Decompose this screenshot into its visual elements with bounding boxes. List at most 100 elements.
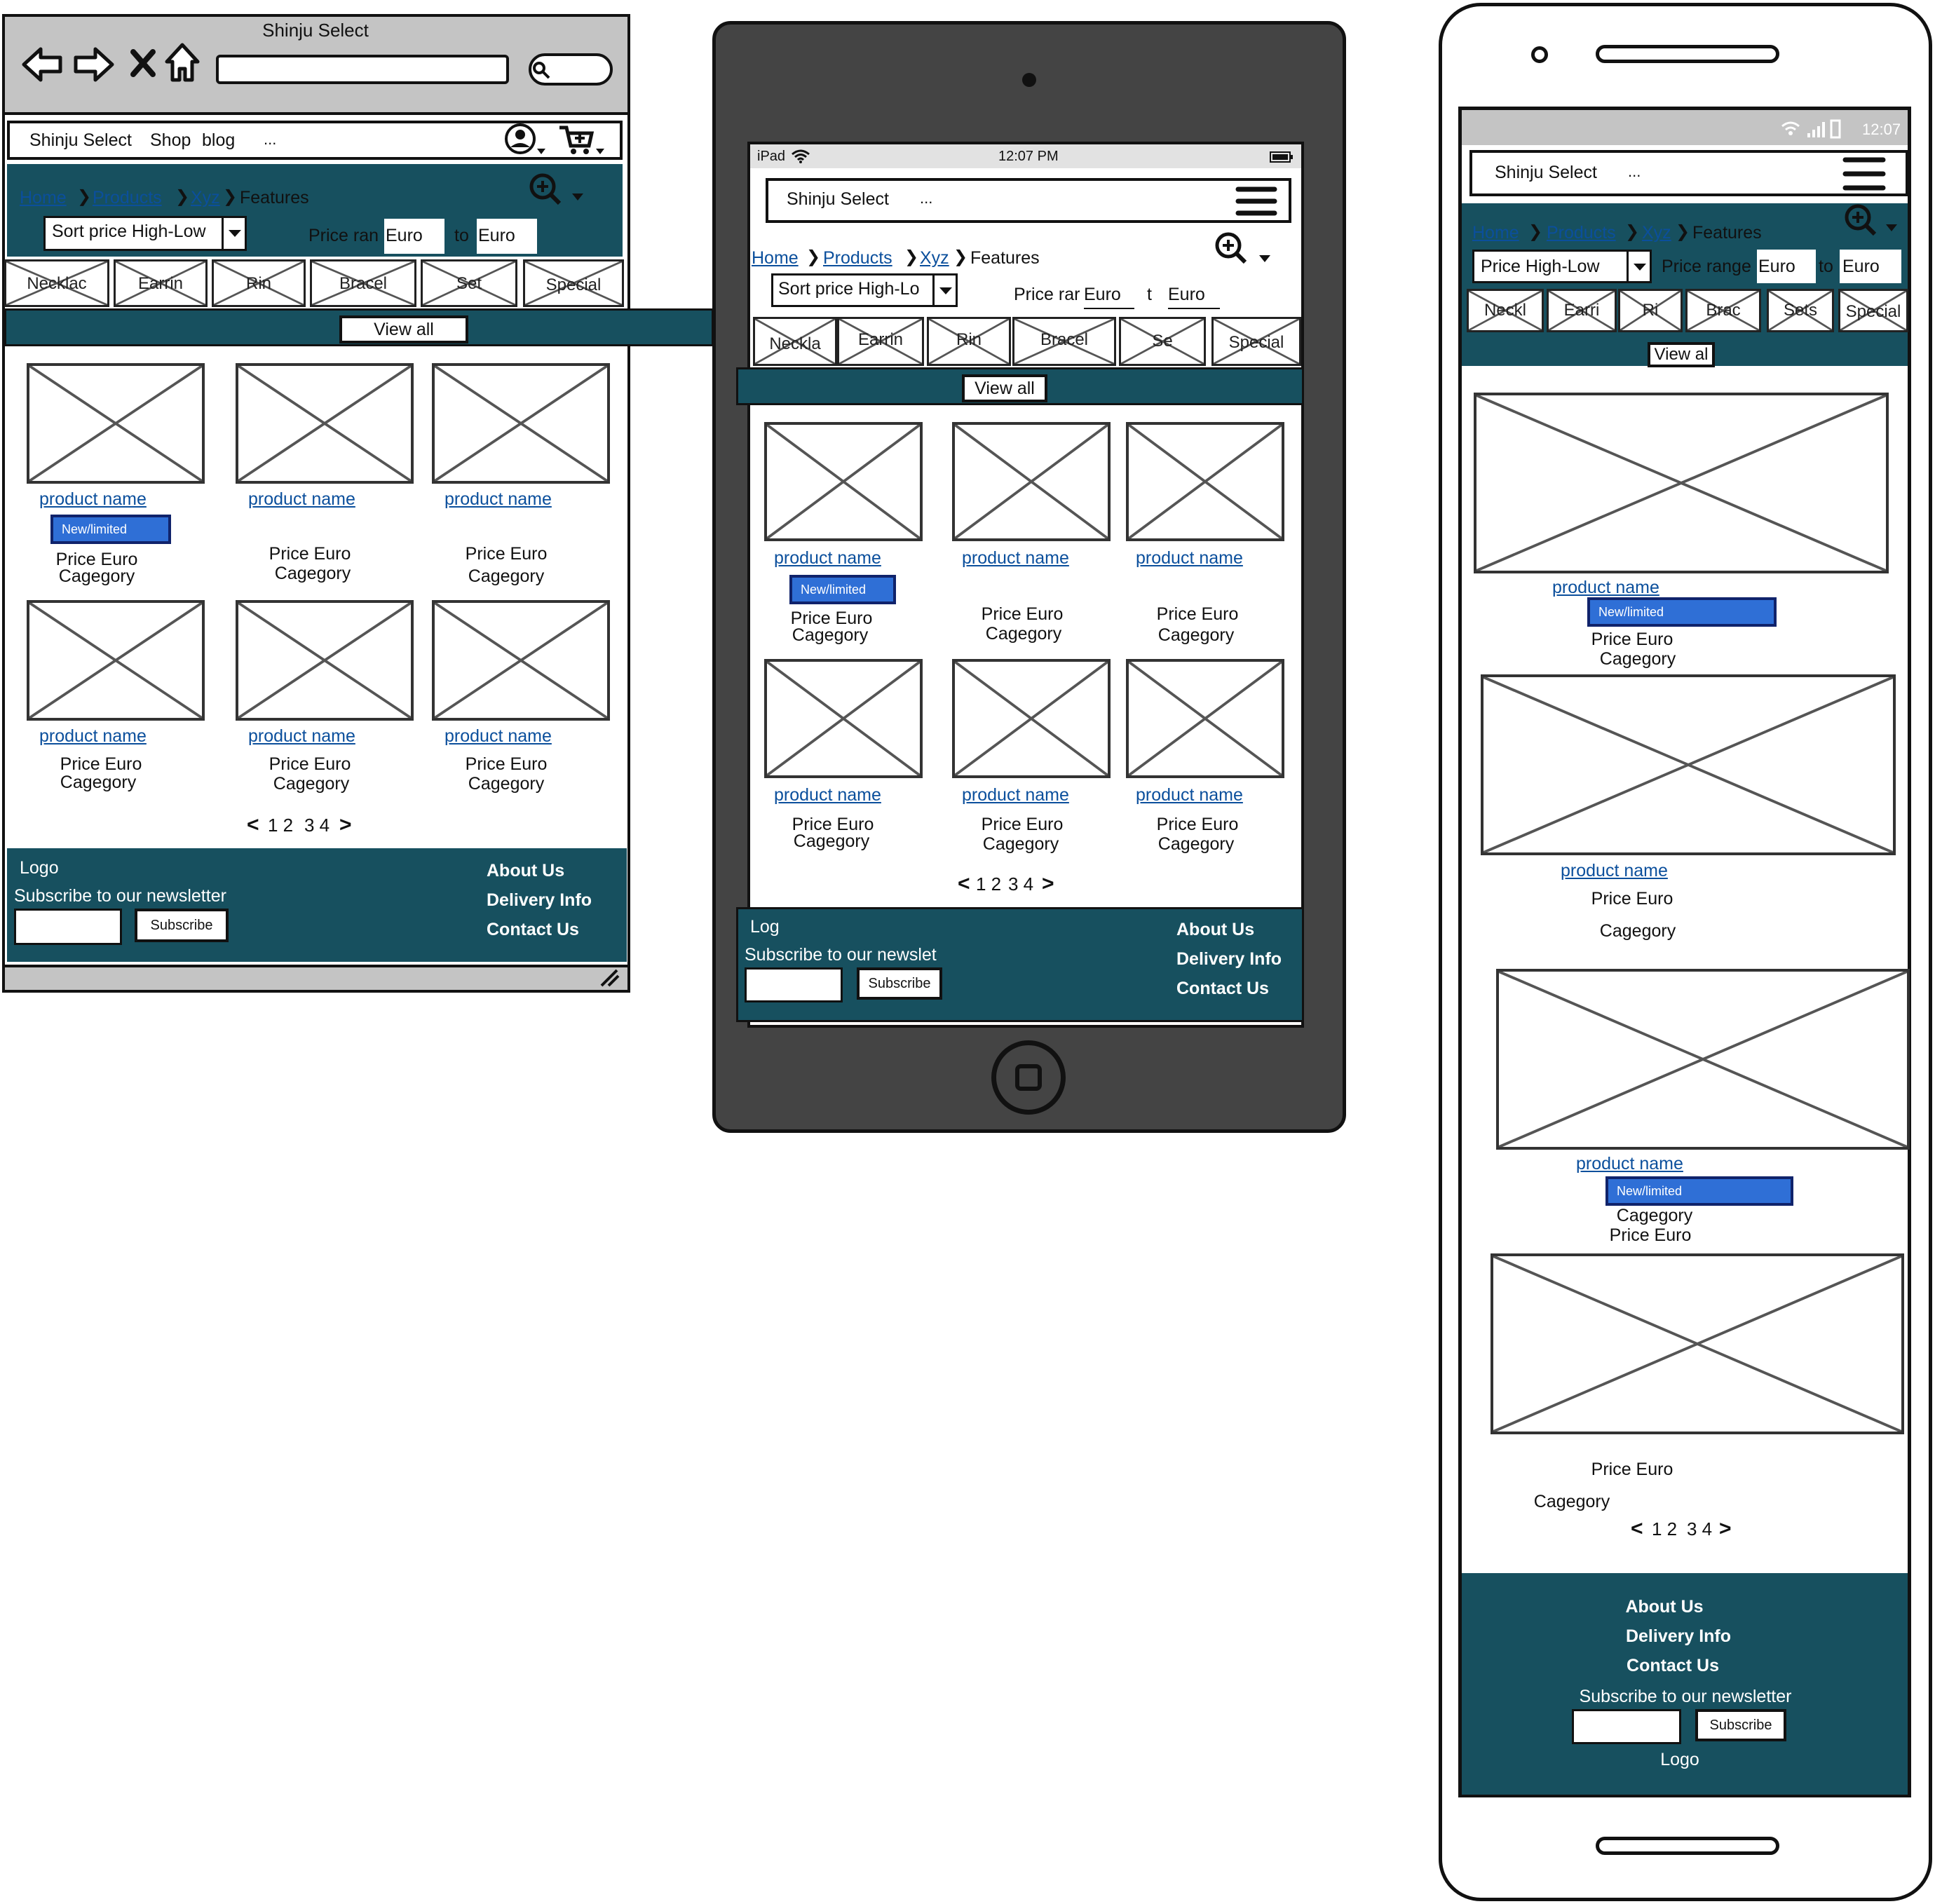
product-image-placeholder[interactable] xyxy=(27,600,205,721)
subscribe-button[interactable]: Subscribe xyxy=(857,967,942,1000)
view-all-button[interactable]: View al xyxy=(1648,342,1715,367)
nav-brand[interactable]: Shinju Select xyxy=(1495,163,1597,183)
chevron-left-icon[interactable]: < xyxy=(1631,1517,1643,1541)
breadcrumb-products[interactable]: Products xyxy=(93,188,162,208)
product-image-placeholder[interactable] xyxy=(432,363,610,484)
product-name-link[interactable]: product name xyxy=(1552,578,1659,598)
forward-arrow-icon[interactable] xyxy=(73,45,115,84)
product-name-link[interactable]: product name xyxy=(774,785,881,805)
product-name-link[interactable]: product name xyxy=(444,726,552,747)
breadcrumb-products[interactable]: Products xyxy=(1547,223,1616,243)
footer-link-contact[interactable]: Contact Us xyxy=(1176,979,1269,999)
product-image-placeholder[interactable] xyxy=(432,600,610,721)
nav-brand[interactable]: Shinju Select xyxy=(787,189,889,210)
category-tile[interactable]: Ri xyxy=(1618,289,1683,332)
chevron-left-icon[interactable]: < xyxy=(958,872,970,896)
product-name-link[interactable]: product name xyxy=(248,489,355,510)
category-tile[interactable]: Earri xyxy=(1547,289,1617,332)
chevron-left-icon[interactable]: < xyxy=(247,813,259,837)
product-image-placeholder[interactable] xyxy=(1126,422,1284,541)
category-tile[interactable]: Se xyxy=(1119,317,1206,366)
category-tile[interactable]: Earrin xyxy=(837,317,924,366)
breadcrumb-xyz[interactable]: Xyz xyxy=(1642,223,1671,243)
product-name-link[interactable]: product name xyxy=(248,726,355,747)
pagination-pages[interactable]: 1 2 xyxy=(268,815,293,836)
zoom-in-icon[interactable] xyxy=(1213,231,1276,268)
nav-link-blog[interactable]: blog xyxy=(202,130,235,151)
pagination-pages[interactable]: 1 2 xyxy=(976,873,1001,895)
nav-more[interactable]: ... xyxy=(1628,163,1641,181)
price-from-value[interactable]: Euro xyxy=(1084,285,1134,309)
chevron-right-icon[interactable]: > xyxy=(1719,1517,1732,1541)
product-image-placeholder[interactable] xyxy=(1481,674,1896,855)
product-image-placeholder[interactable] xyxy=(952,659,1111,778)
product-image-placeholder[interactable] xyxy=(764,422,923,541)
breadcrumb-home[interactable]: Home xyxy=(20,188,67,208)
footer-link-delivery[interactable]: Delivery Info xyxy=(487,890,592,911)
hamburger-icon[interactable] xyxy=(1235,184,1277,219)
category-tile[interactable]: Necklac xyxy=(4,259,109,307)
category-tile[interactable]: Sets xyxy=(1767,289,1834,332)
product-name-link[interactable]: product name xyxy=(39,489,147,510)
category-tile[interactable]: Special xyxy=(523,259,624,307)
product-name-link[interactable]: product name xyxy=(1136,548,1243,569)
nav-more[interactable]: ... xyxy=(920,189,932,208)
subscribe-button[interactable]: Subscribe xyxy=(1695,1709,1786,1741)
product-name-link[interactable]: product name xyxy=(774,548,881,569)
zoom-in-icon[interactable] xyxy=(1842,203,1901,240)
category-tile[interactable]: Set xyxy=(421,259,517,307)
nav-link-shop[interactable]: Shop xyxy=(150,130,191,151)
category-tile[interactable]: Bracel xyxy=(1012,317,1116,366)
footer-link-about[interactable]: About Us xyxy=(487,861,564,881)
breadcrumb-home[interactable]: Home xyxy=(1472,223,1519,243)
product-image-placeholder[interactable] xyxy=(236,600,414,721)
hamburger-icon[interactable] xyxy=(1841,154,1887,193)
pagination-pages[interactable]: 3 4 xyxy=(304,815,330,836)
product-name-link[interactable]: product name xyxy=(1136,785,1243,805)
footer-link-about[interactable]: About Us xyxy=(1594,1597,1734,1617)
product-image-placeholder[interactable] xyxy=(764,659,923,778)
breadcrumb-xyz[interactable]: Xyz xyxy=(920,248,949,268)
product-image-placeholder[interactable] xyxy=(27,363,205,484)
footer-link-contact[interactable]: Contact Us xyxy=(487,920,579,940)
product-image-placeholder[interactable] xyxy=(1474,393,1889,573)
home-icon[interactable] xyxy=(164,42,201,83)
product-image-placeholder[interactable] xyxy=(1126,659,1284,778)
breadcrumb-home[interactable]: Home xyxy=(752,248,799,268)
phone-home-bar[interactable] xyxy=(1596,1837,1779,1855)
newsletter-email-input[interactable] xyxy=(14,909,122,945)
back-arrow-icon[interactable] xyxy=(21,45,63,84)
footer-link-delivery[interactable]: Delivery Info xyxy=(1176,949,1282,970)
chevron-right-icon[interactable]: > xyxy=(339,813,352,837)
category-tile[interactable]: Rin xyxy=(927,317,1011,366)
newsletter-email-input[interactable] xyxy=(745,967,843,1002)
user-icon[interactable] xyxy=(502,123,551,157)
product-image-placeholder[interactable] xyxy=(1491,1253,1904,1434)
view-all-button[interactable]: View all xyxy=(962,374,1047,402)
subscribe-button[interactable]: Subscribe xyxy=(135,909,229,942)
breadcrumb-xyz[interactable]: Xyz xyxy=(191,188,220,208)
newsletter-email-input[interactable] xyxy=(1572,1709,1681,1744)
category-tile[interactable]: Earrin xyxy=(114,259,208,307)
nav-more[interactable]: ... xyxy=(264,130,276,149)
pagination-pages[interactable]: 1 2 xyxy=(1652,1518,1677,1540)
product-image-placeholder[interactable] xyxy=(236,363,414,484)
product-name-link[interactable]: product name xyxy=(444,489,552,510)
product-name-link[interactable]: product name xyxy=(962,785,1069,805)
category-tile[interactable]: Rin xyxy=(212,259,306,307)
category-tile[interactable]: Neckl xyxy=(1467,289,1544,332)
footer-link-contact[interactable]: Contact Us xyxy=(1603,1656,1743,1676)
resize-grip-icon[interactable] xyxy=(597,967,621,988)
product-image-placeholder[interactable] xyxy=(1496,969,1910,1150)
footer-link-delivery[interactable]: Delivery Info xyxy=(1608,1626,1749,1647)
category-tile[interactable]: Special xyxy=(1838,289,1908,332)
browser-url-input[interactable] xyxy=(216,55,509,84)
price-to-value[interactable]: Euro xyxy=(1168,285,1220,309)
product-name-link[interactable]: product name xyxy=(1561,861,1668,881)
pagination-pages[interactable]: 3 4 xyxy=(1008,873,1033,895)
breadcrumb-products[interactable]: Products xyxy=(823,248,892,268)
product-name-link[interactable]: product name xyxy=(39,726,147,747)
category-tile[interactable]: Special xyxy=(1211,317,1301,366)
category-tile[interactable]: Brac xyxy=(1685,289,1761,332)
close-icon[interactable] xyxy=(129,48,157,79)
